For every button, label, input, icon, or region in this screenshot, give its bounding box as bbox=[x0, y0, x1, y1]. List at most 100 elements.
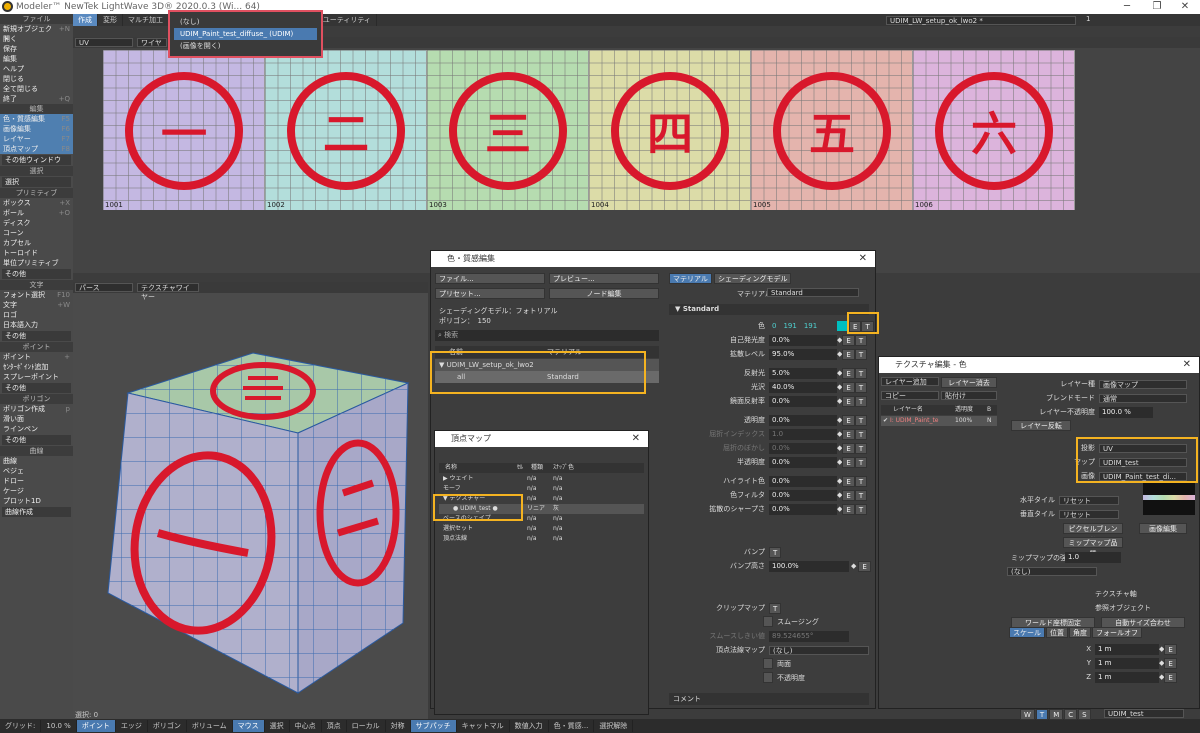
texture-button[interactable]: T bbox=[854, 503, 868, 515]
texture-button[interactable]: T bbox=[854, 334, 868, 346]
texture-button[interactable]: T bbox=[854, 414, 868, 426]
tex-prop-blend-mode[interactable]: 通常 bbox=[1099, 393, 1187, 403]
prop-value-field[interactable]: 0.0% bbox=[769, 475, 837, 487]
envelope-button[interactable]: E bbox=[842, 348, 855, 360]
status-item-8[interactable]: ローカル bbox=[347, 720, 386, 732]
bump-envelope-button[interactable]: E bbox=[858, 560, 871, 572]
sidebar-item-2-0[interactable]: 選択 bbox=[2, 177, 71, 187]
sidebar-item-5-2[interactable]: スプレーポイント bbox=[0, 372, 73, 382]
sidebar-item-0-5[interactable]: 閉じる bbox=[0, 74, 73, 84]
mipmap-strength-field[interactable]: 1.0 bbox=[1065, 552, 1121, 563]
envelope-button[interactable]: E bbox=[1164, 671, 1177, 683]
envelope-button[interactable]: E bbox=[842, 395, 855, 407]
prop-value-field[interactable]: 0.0% bbox=[769, 414, 837, 426]
tex-prop-opacity[interactable]: 100.0 % bbox=[1099, 406, 1153, 418]
mode-M[interactable]: M bbox=[1049, 709, 1064, 720]
status-item-14[interactable]: 選択解除 bbox=[594, 720, 634, 732]
envelope-button[interactable]: E bbox=[1164, 643, 1177, 655]
envelope-icon[interactable]: ◆ bbox=[849, 562, 858, 570]
status-item-6[interactable]: 中心点 bbox=[290, 720, 322, 732]
sidebar-item-4-0[interactable]: フォント選択 F10 bbox=[0, 290, 73, 300]
material-select[interactable]: Standard bbox=[767, 288, 859, 297]
status-item-3[interactable]: ボリューム bbox=[187, 720, 233, 732]
status-item-9[interactable]: 対称 bbox=[386, 720, 411, 732]
prop-value-field[interactable]: 0.0% bbox=[769, 334, 837, 346]
close-icon[interactable]: ✕ bbox=[1183, 357, 1191, 373]
sidebar-item-7-2[interactable]: ドロー bbox=[0, 476, 73, 486]
layer-number[interactable]: 1 bbox=[1086, 15, 1090, 23]
preview-button[interactable]: プレビュー... bbox=[549, 273, 659, 284]
envelope-button[interactable]: E bbox=[842, 381, 855, 393]
sidebar-item-5-1[interactable]: ｾﾝﾀｰﾎﾟｲﾝﾄ追加 bbox=[0, 362, 73, 372]
paste-select[interactable]: 貼付け bbox=[941, 391, 997, 400]
transform-tab-0[interactable]: スケール bbox=[1009, 627, 1045, 638]
dropdown-item-0[interactable]: (なし) bbox=[174, 16, 317, 28]
sidebar-item-3-7[interactable]: その他 bbox=[2, 269, 71, 279]
envelope-button[interactable]: E bbox=[842, 442, 855, 454]
texture-button[interactable]: T bbox=[854, 395, 868, 407]
image-edit-button[interactable]: 画像編集 bbox=[1139, 523, 1187, 534]
sidebar-item-3-4[interactable]: カプセル bbox=[0, 238, 73, 248]
add-layer-select[interactable]: レイヤー追加 bbox=[881, 377, 939, 386]
sidebar-item-4-3[interactable]: 日本語入力 bbox=[0, 320, 73, 330]
sidebar-item-1-4[interactable]: その他ウィンドウ bbox=[2, 155, 71, 165]
envelope-button[interactable]: E bbox=[842, 414, 855, 426]
status-item-0[interactable]: ポイント bbox=[76, 720, 116, 732]
texture-button[interactable]: T bbox=[854, 442, 868, 454]
maximize-icon[interactable]: ❐ bbox=[1142, 0, 1172, 14]
transform-tab-1[interactable]: 位置 bbox=[1046, 627, 1068, 638]
sidebar-item-4-1[interactable]: 文字 +W bbox=[0, 300, 73, 310]
tab-material[interactable]: マテリアル bbox=[669, 273, 712, 284]
sidebar-item-3-6[interactable]: 単位プリミティブ bbox=[0, 258, 73, 268]
sidebar-item-6-2[interactable]: ラインペン bbox=[0, 424, 73, 434]
prop-value-field[interactable]: 95.0% bbox=[769, 348, 837, 360]
scale-field[interactable]: 1 m bbox=[1095, 643, 1159, 655]
sidebar-item-0-2[interactable]: 保存 bbox=[0, 44, 73, 54]
texture-button[interactable]: T bbox=[854, 428, 868, 440]
pixel-blend-checkbox[interactable]: ピクセルブレンド bbox=[1063, 523, 1123, 544]
dropdown-item-1[interactable]: UDIM_Paint_test_diffuse_ (UDIM) bbox=[174, 28, 317, 40]
texture-button[interactable]: T bbox=[854, 456, 868, 468]
texture-layer-row[interactable]: ✔ I: UDIM_Paint_te 100% N bbox=[881, 416, 997, 426]
prop-value-field[interactable]: 40.0% bbox=[769, 381, 837, 393]
perspective-viewport[interactable]: パース テクスチャワイヤー bbox=[73, 282, 428, 719]
smoothing-checkbox[interactable] bbox=[763, 615, 773, 627]
layer-select[interactable]: UDIM_LW_setup_ok_lwo2 * bbox=[886, 16, 1076, 25]
sidebar-item-7-1[interactable]: ベジェ bbox=[0, 466, 73, 476]
transform-tab-3[interactable]: フォールオフ bbox=[1092, 627, 1142, 638]
envelope-button[interactable]: E bbox=[842, 503, 855, 515]
color-swatch[interactable] bbox=[837, 321, 847, 331]
tex-prop-layer-type[interactable]: 画像マップ bbox=[1099, 379, 1187, 389]
menu-tab-0[interactable]: 作成 bbox=[73, 14, 98, 26]
vnormal-select[interactable]: (なし) bbox=[769, 645, 869, 655]
sidebar-item-6-3[interactable]: その他 bbox=[2, 435, 71, 445]
texture-button[interactable]: T bbox=[854, 348, 868, 360]
prop-value-field[interactable]: 0.0% bbox=[769, 503, 837, 515]
sidebar-item-5-3[interactable]: その他 bbox=[2, 383, 71, 393]
sidebar-item-0-6[interactable]: 全て閉じる bbox=[0, 84, 73, 94]
status-item-12[interactable]: 数値入力 bbox=[510, 720, 549, 732]
sidebar-item-1-0[interactable]: 色・質感編集 F5 bbox=[0, 114, 73, 124]
persp-render-select[interactable]: テクスチャワイヤー bbox=[137, 283, 199, 301]
status-item-1[interactable]: エッジ bbox=[116, 720, 148, 732]
envelope-button[interactable]: E bbox=[1164, 657, 1177, 669]
vmap-status-select[interactable]: UDIM_test bbox=[1104, 709, 1184, 718]
sidebar-item-3-0[interactable]: ボックス +X bbox=[0, 198, 73, 208]
mode-W[interactable]: W bbox=[1020, 709, 1035, 720]
mipmap-quality-checkbox[interactable]: ミップマップ品質 bbox=[1063, 537, 1123, 558]
tex-tile-vertical[interactable]: リセット bbox=[1059, 509, 1119, 519]
menu-tab-8[interactable]: ユーティリティ bbox=[318, 14, 377, 26]
envelope-button[interactable]: E bbox=[842, 456, 855, 468]
sidebar-item-3-5[interactable]: トーロイド bbox=[0, 248, 73, 258]
envelope-button[interactable]: E bbox=[842, 367, 855, 379]
vmap-row[interactable]: 頂点法線 n/a n/a bbox=[439, 534, 644, 544]
clip-texture-button[interactable]: T bbox=[769, 602, 782, 614]
sidebar-item-0-3[interactable]: 編集 bbox=[0, 54, 73, 64]
sidebar-item-7-5[interactable]: 曲線作成 bbox=[2, 507, 71, 517]
smooth-threshold-field[interactable]: 89.524655° bbox=[769, 630, 849, 642]
filter-select[interactable]: (なし) bbox=[1007, 567, 1097, 576]
tab-shading-model[interactable]: シェーディングモデル bbox=[713, 273, 792, 284]
sidebar-item-0-4[interactable]: ヘルプ bbox=[0, 64, 73, 74]
envelope-button[interactable]: E bbox=[842, 475, 855, 487]
tex-tile-horizontal[interactable]: リセット bbox=[1059, 495, 1119, 505]
